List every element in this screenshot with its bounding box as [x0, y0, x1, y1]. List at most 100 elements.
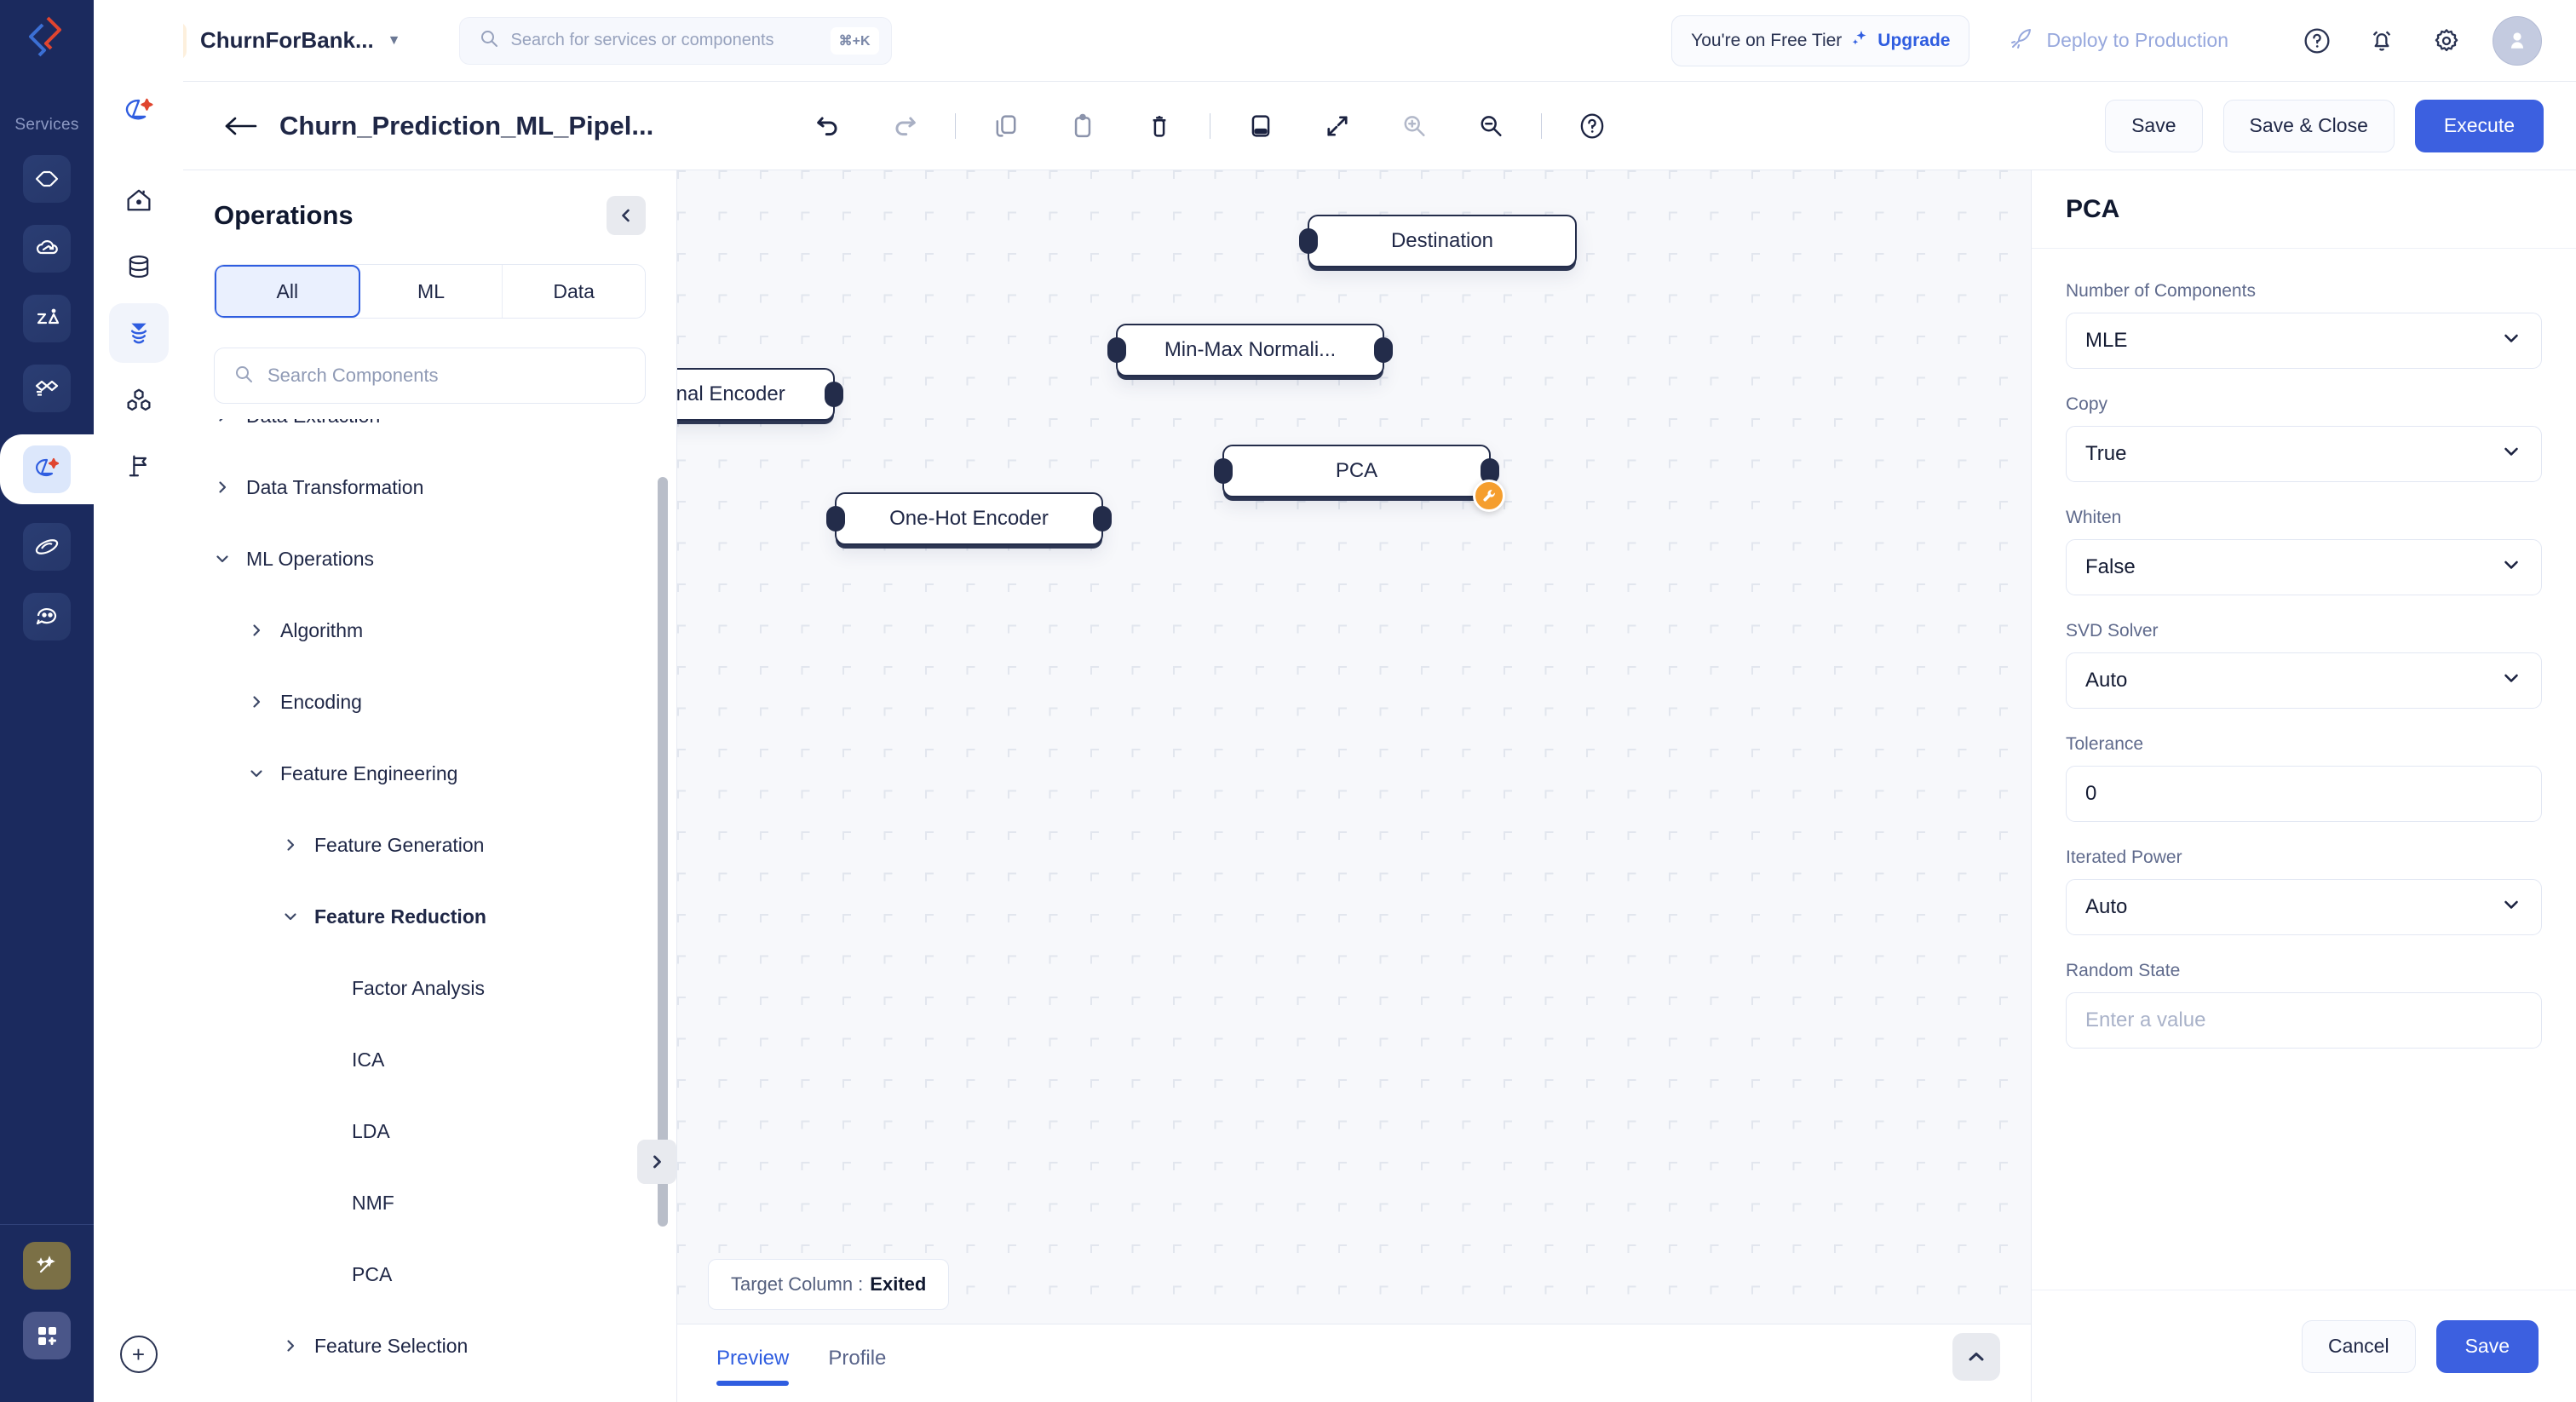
config-field-whiten: WhitenFalse [2066, 508, 2542, 595]
deploy-to-production-button[interactable]: Deploy to Production [2009, 26, 2228, 56]
target-column-label: Target Column : [731, 1273, 863, 1296]
chat-assistant-service-icon[interactable] [23, 593, 71, 641]
expand-icon[interactable] [1313, 101, 1362, 151]
tree-item-data-extraction[interactable]: Data Extraction [183, 419, 676, 451]
chevron-right-icon [214, 480, 231, 495]
tree-item-pca[interactable]: PCA [183, 1238, 676, 1310]
select-copy[interactable]: True [2066, 426, 2542, 482]
database-icon[interactable] [109, 237, 169, 296]
bell-icon[interactable] [2358, 17, 2406, 65]
operations-tab-data[interactable]: Data [503, 265, 645, 318]
tree-item-label: Factor Analysis [352, 977, 485, 1000]
brand-logo-icon[interactable] [19, 10, 72, 63]
project-selector[interactable]: C ChurnForBank... ▼ [149, 22, 401, 60]
global-search-input[interactable]: Search for services or components ⌘+K [459, 17, 892, 65]
tree-item-encoding[interactable]: Encoding [183, 666, 676, 738]
select-iterated-power[interactable]: Auto [2066, 879, 2542, 935]
select-whiten[interactable]: False [2066, 539, 2542, 595]
user-avatar-icon[interactable] [2493, 16, 2542, 66]
back-arrow-icon[interactable] [221, 112, 259, 141]
tree-item-imputers[interactable]: Imputers [183, 1382, 676, 1402]
add-workspace-button[interactable]: + [120, 1336, 158, 1373]
input-random-state[interactable]: Enter a value [2066, 992, 2542, 1049]
config-field-svd-solver: SVD SolverAuto [2066, 621, 2542, 709]
node-handle-input[interactable] [1107, 337, 1126, 363]
config-field-label: Iterated Power [2066, 848, 2542, 868]
node-handle-output[interactable] [1093, 506, 1112, 531]
wrench-icon[interactable] [1473, 480, 1505, 512]
tree-item-factor-analysis[interactable]: Factor Analysis [183, 952, 676, 1024]
pipeline-canvas[interactable]: Destination Min-Max Normali... Ordinal Enc… [677, 170, 2031, 1402]
canvas-node-minmax[interactable]: Min-Max Normali... [1116, 324, 1384, 376]
cloud-pipeline-service-icon[interactable] [23, 225, 71, 273]
tree-item-feature-selection[interactable]: Feature Selection [183, 1310, 676, 1382]
bottom-tab-profile[interactable]: Profile [828, 1347, 886, 1386]
target-column-chip[interactable]: Target Column : Exited [708, 1259, 949, 1310]
tree-item-feature-generation[interactable]: Feature Generation [183, 809, 676, 881]
help-icon[interactable] [1567, 101, 1617, 151]
tree-item-data-transformation[interactable]: Data Transformation [183, 451, 676, 523]
delete-icon[interactable] [1135, 101, 1184, 151]
operations-tab-ml[interactable]: ML [360, 265, 503, 318]
config-field-value: MLE [2085, 329, 2500, 353]
zoom-out-icon[interactable] [1466, 101, 1515, 151]
top-header-bar: C ChurnForBank... ▼ Search for services … [94, 0, 2576, 82]
select-number-of-components[interactable]: MLE [2066, 313, 2542, 369]
tree-item-feature-reduction[interactable]: Feature Reduction [183, 881, 676, 952]
help-circle-icon[interactable] [2293, 17, 2341, 65]
search-components-input[interactable]: Search Components [214, 348, 646, 404]
ml-studio-icon[interactable] [109, 82, 169, 141]
magic-wand-icon[interactable] [23, 1242, 71, 1290]
flag-icon[interactable] [109, 436, 169, 496]
operations-expand-toggle[interactable] [637, 1140, 676, 1184]
models-hex-icon[interactable] [109, 370, 169, 429]
zoom-in-icon[interactable] [1389, 101, 1439, 151]
gear-icon[interactable] [2423, 17, 2470, 65]
chevron-left-icon[interactable] [607, 196, 646, 235]
tree-item-lda[interactable]: LDA [183, 1095, 676, 1167]
select-svd-solver[interactable]: Auto [2066, 652, 2542, 709]
ml-studio-service-icon[interactable] [23, 445, 71, 493]
canvas-node-destination[interactable]: Destination [1308, 215, 1577, 267]
execute-button[interactable]: Execute [2415, 100, 2544, 152]
home-icon[interactable] [109, 170, 169, 230]
canvas-node-onehot[interactable]: One-Hot Encoder [835, 492, 1103, 545]
tree-item-algorithm[interactable]: Algorithm [183, 595, 676, 666]
operations-header: Operations [183, 170, 676, 235]
node-handle-output[interactable] [1374, 337, 1393, 363]
orbit-service-icon[interactable] [23, 523, 71, 571]
tree-item-nmf[interactable]: NMF [183, 1167, 676, 1238]
node-handle-output[interactable] [825, 382, 843, 407]
copy-icon[interactable] [981, 101, 1031, 151]
canvas-node-pca[interactable]: PCA [1222, 445, 1491, 497]
node-handle-input[interactable] [826, 506, 845, 531]
operations-tab-all[interactable]: All [215, 265, 360, 318]
input-tolerance[interactable]: 0 [2066, 766, 2542, 822]
node-handle-input[interactable] [1299, 228, 1318, 254]
config-field-label: Copy [2066, 394, 2542, 415]
pipeline-funnel-icon[interactable] [109, 303, 169, 363]
tree-item-ica[interactable]: ICA [183, 1024, 676, 1095]
chevron-up-icon[interactable] [1952, 1333, 2000, 1381]
config-save-button[interactable]: Save [2436, 1320, 2539, 1373]
tier-upgrade-chip[interactable]: You're on Free Tier Upgrade [1671, 15, 1969, 66]
analytics-service-icon[interactable] [23, 295, 71, 342]
integration-service-icon[interactable] [23, 365, 71, 412]
components-tree-scrollbar[interactable] [658, 477, 668, 1227]
fit-view-icon[interactable] [1236, 101, 1285, 151]
save-and-close-button[interactable]: Save & Close [2223, 100, 2395, 152]
canvas-node-ordinal[interactable]: Ordinal Encoder [677, 368, 835, 421]
cancel-button[interactable]: Cancel [2302, 1320, 2416, 1373]
config-field-number-of-components: Number of ComponentsMLE [2066, 281, 2542, 369]
node-handle-input[interactable] [1214, 458, 1233, 484]
code-service-icon[interactable] [23, 155, 71, 203]
app-root: Services [0, 0, 2576, 1402]
app-grid-add-icon[interactable] [23, 1312, 71, 1359]
tree-item-ml-operations[interactable]: ML Operations [183, 523, 676, 595]
tree-item-feature-engineering[interactable]: Feature Engineering [183, 738, 676, 809]
redo-icon[interactable] [880, 101, 929, 151]
save-button[interactable]: Save [2105, 100, 2202, 152]
bottom-tab-preview[interactable]: Preview [716, 1347, 789, 1386]
paste-icon[interactable] [1058, 101, 1107, 151]
undo-icon[interactable] [803, 101, 853, 151]
